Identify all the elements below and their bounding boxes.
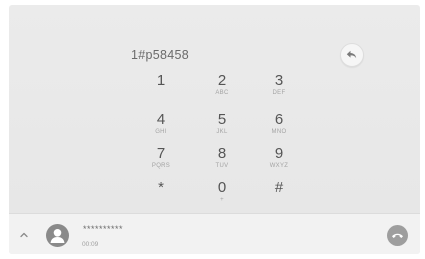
key-letters: + <box>220 197 224 203</box>
key-1[interactable]: 1 <box>136 73 186 103</box>
call-duration: 00:09 <box>82 241 99 248</box>
key-letters: WXYZ <box>269 163 289 169</box>
phone-dialer-screen: 1#p58458 1 2 ABC 3 DEF 4 GHI 5 JKL 6 MNO… <box>9 5 420 254</box>
backspace-button[interactable] <box>340 43 364 67</box>
key-4[interactable]: 4 GHI <box>136 112 186 142</box>
dialed-number-display: 1#p58458 <box>131 48 190 62</box>
key-2[interactable]: 2 ABC <box>197 73 247 103</box>
key-3[interactable]: 3 DEF <box>254 73 304 103</box>
key-star[interactable]: * <box>136 180 186 210</box>
key-letters: DEF <box>272 90 286 96</box>
avatar <box>46 224 69 247</box>
key-hash[interactable]: # <box>254 180 304 210</box>
key-letters: JKL <box>216 129 228 135</box>
key-digit: 9 <box>274 145 284 162</box>
chevron-up-icon <box>20 232 28 238</box>
key-digit: 8 <box>217 145 227 162</box>
key-5[interactable]: 5 JKL <box>197 112 247 142</box>
key-digit: 6 <box>274 111 284 128</box>
key-digit: * <box>158 179 164 196</box>
key-7[interactable]: 7 PQRS <box>136 146 186 176</box>
phone-hangup-icon <box>392 233 403 238</box>
key-digit: 0 <box>217 179 227 196</box>
caller-number: ********** <box>83 224 124 234</box>
key-9[interactable]: 9 WXYZ <box>254 146 304 176</box>
key-digit: 7 <box>156 145 166 162</box>
backspace-icon <box>346 50 357 59</box>
key-0[interactable]: 0 + <box>197 180 247 210</box>
key-digit: 5 <box>217 111 227 128</box>
key-digit: 1 <box>156 72 166 89</box>
key-letters: GHI <box>155 129 167 135</box>
key-digit: 3 <box>274 72 284 89</box>
key-6[interactable]: 6 MNO <box>254 112 304 142</box>
key-digit: 4 <box>156 111 166 128</box>
key-letters: PQRS <box>151 163 171 169</box>
key-letters: MNO <box>271 129 287 135</box>
end-call-button[interactable] <box>387 225 408 246</box>
active-call-bar: ********** 00:09 <box>9 213 420 254</box>
key-8[interactable]: 8 TUV <box>197 146 247 176</box>
person-icon <box>50 229 65 243</box>
key-digit: # <box>274 179 284 196</box>
key-letters: ABC <box>215 90 229 96</box>
key-digit: 2 <box>217 72 227 89</box>
expand-call-button[interactable] <box>18 228 30 240</box>
key-letters: TUV <box>215 163 229 169</box>
